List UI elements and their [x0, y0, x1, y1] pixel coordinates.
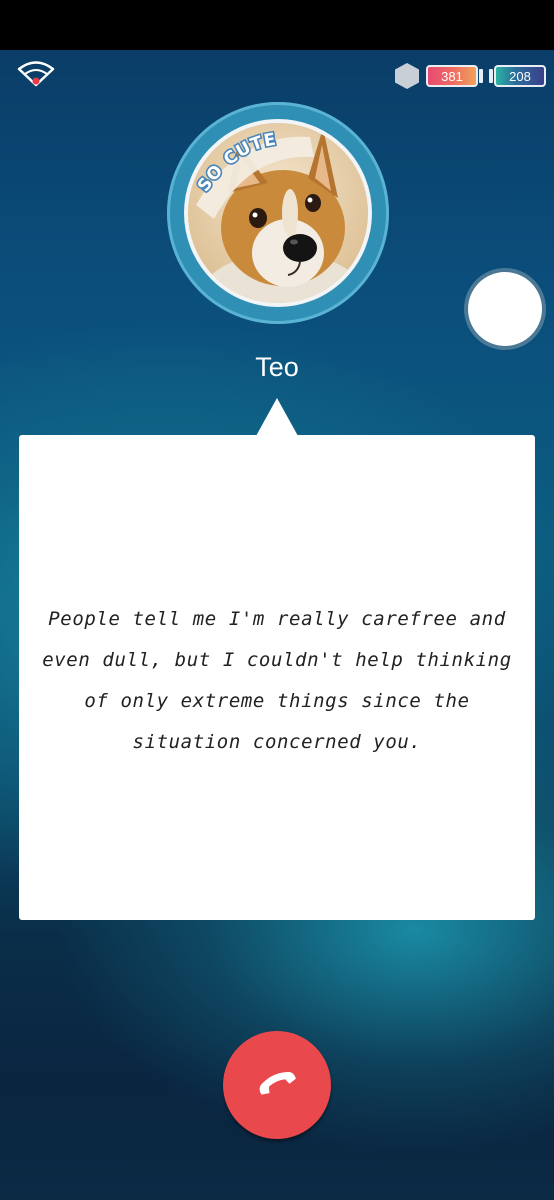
caller-name: Teo [255, 352, 299, 382]
call-screen: 381 208 SO CUTE Teo People tell me I'm r… [0, 0, 554, 1200]
wifi-signal-icon [16, 58, 56, 88]
end-call-button[interactable] [223, 1031, 331, 1139]
batteries-counter-cap [489, 69, 493, 83]
floating-button[interactable] [468, 272, 542, 346]
hearts-counter-cap [479, 69, 483, 83]
caller-avatar: SO CUTE [184, 119, 372, 307]
speech-bubble: People tell me I'm really carefree and e… [19, 435, 535, 920]
hearts-counter[interactable]: 381 [426, 65, 478, 87]
hearts-count: 381 [441, 68, 463, 84]
batteries-counter[interactable]: 208 [494, 65, 546, 87]
phone-hangup-icon [254, 1071, 300, 1099]
message-text: People tell me I'm really carefree and e… [42, 607, 512, 753]
speech-bubble-tail [256, 398, 298, 436]
hexagon-icon[interactable] [394, 62, 420, 90]
status-bar [0, 0, 554, 50]
resource-counters: 381 208 [394, 62, 546, 90]
batteries-count: 208 [509, 68, 531, 84]
